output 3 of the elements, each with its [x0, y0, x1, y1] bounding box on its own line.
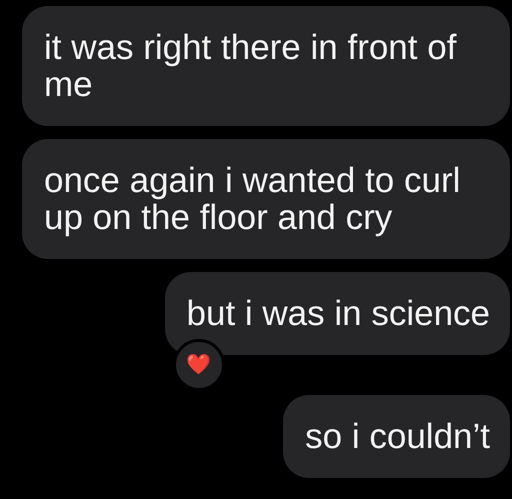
message-bubble: it was right there in front of me — [22, 6, 510, 126]
message-bubble: once again i wanted to curl up on the floor and cry — [22, 139, 510, 259]
message-bubble: so i couldn’t — [283, 395, 510, 478]
